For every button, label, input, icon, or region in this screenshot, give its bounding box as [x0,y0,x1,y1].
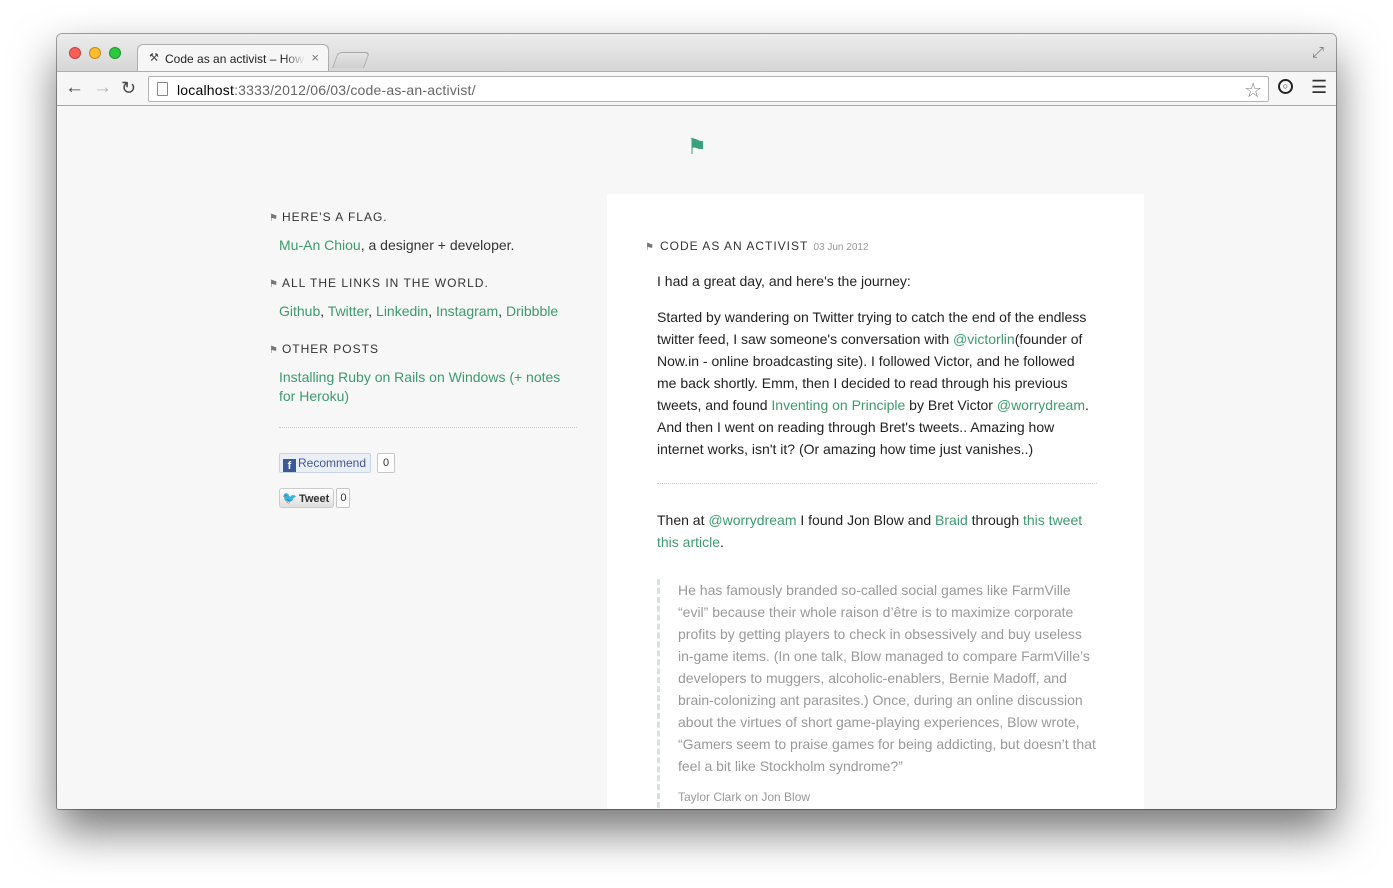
post-body: I had a great day, and here's the journe… [657,270,1097,808]
author-description: , a designer + developer. [360,237,515,253]
sidebar-author: Mu-An Chiou, a designer + developer. [279,236,579,255]
tab-close-icon[interactable]: × [311,50,319,65]
page-icon [157,82,168,96]
tab-code-as-an-activist[interactable]: ⚒ Code as an activist – How × [137,44,329,71]
url-path: :3333/2012/06/03/code-as-an-activist/ [234,82,476,98]
github-link[interactable]: Github [279,303,320,319]
inventing-on-principle-link[interactable]: Inventing on Principle [771,397,905,413]
url-text[interactable]: localhost:3333/2012/06/03/code-as-an-act… [177,82,476,98]
flag-icon: ⚑ [645,242,655,253]
hammer-favicon-icon: ⚒ [149,52,159,64]
worrydream-link[interactable]: @worrydream [997,397,1085,413]
sidebar-heading-other-posts: ⚑ OTHER POSTS [269,342,379,356]
flag-icon: ⚑ [269,213,279,224]
url-host: localhost [177,82,235,98]
browser-window: ⚒ Code as an activist – How × ⤢ ← → ↻ lo… [57,34,1336,809]
instagram-link[interactable]: Instagram [436,303,498,319]
menu-icon[interactable]: ☰ [1311,77,1327,98]
twitter-bird-icon: 🐦 [282,491,297,505]
facebook-icon: f [283,459,296,472]
facebook-recommend-button[interactable]: f Recommend [279,453,372,473]
braid-link[interactable]: Braid [935,512,968,528]
site-flag-icon[interactable]: ⚑ [687,134,707,160]
quote-text: He has famously branded so-called social… [678,582,1096,774]
bookmark-star-icon[interactable]: ☆ [1244,78,1262,103]
post-paragraph-2: Then at @worrydream I found Jon Blow and… [657,512,1083,550]
page-viewport: ⚑ ⚑ HERE'S A FLAG. Mu-An Chiou, a designe… [57,106,1336,809]
worrydream-link-2[interactable]: @worrydream [708,512,796,528]
zoom-window-icon[interactable] [109,47,121,59]
post-date: 03 Jun 2012 [813,242,869,253]
tab-strip: ⚒ Code as an activist – How × ⤢ [57,34,1336,71]
browser-toolbar: ← → ↻ localhost:3333/2012/06/03/code-as-… [57,71,1336,106]
post-intro: I had a great day, and here's the journe… [657,273,911,289]
post-title: CODE AS AN ACTIVIST [659,239,809,253]
other-post-link[interactable]: Installing Ruby on Rails on Windows (+ n… [279,369,560,404]
post-paragraph-1: Started by wandering on Twitter trying t… [657,309,1089,457]
this-tweet-link[interactable]: this tweet [1023,512,1082,528]
address-bar[interactable]: localhost:3333/2012/06/03/code-as-an-act… [148,76,1269,102]
victorlin-link[interactable]: @victorlin [953,331,1015,347]
tweet-count: 0 [336,488,351,508]
sidebar-other-posts: Installing Ruby on Rails on Windows (+ n… [279,368,579,406]
post-article: ⚑ CODE AS AN ACTIVIST 03 Jun 2012 I had a… [607,194,1144,809]
post-blockquote: He has famously branded so-called social… [657,579,1097,808]
post-divider [657,483,1097,484]
sidebar-social-links: Github, Twitter, Linkedin, Instagram, Dr… [279,303,559,319]
close-window-icon[interactable] [69,47,81,59]
forward-arrow-icon[interactable]: → [93,77,112,99]
flag-icon: ⚑ [269,279,279,290]
minimize-window-icon[interactable] [89,47,101,59]
author-link[interactable]: Mu-An Chiou [279,237,361,253]
fullscreen-icon[interactable]: ⤢ [1312,44,1324,61]
tweet-widget: 🐦 Tweet 0 [279,488,579,508]
this-article-link[interactable]: this article [657,534,720,550]
flag-icon: ⚑ [269,345,279,356]
sidebar-divider [279,427,577,428]
post-header: ⚑ CODE AS AN ACTIVIST 03 Jun 2012 [645,239,869,253]
new-tab-button[interactable] [332,52,370,68]
dribbble-link[interactable]: Dribbble [506,303,558,319]
twitter-link[interactable]: Twitter [328,303,368,319]
sidebar-heading-flag: ⚑ HERE'S A FLAG. [269,210,388,224]
quote-citation: Taylor Clark on Jon Blow [678,790,811,804]
tab-title: Code as an activist – How [165,52,304,66]
back-arrow-icon[interactable]: ← [65,77,84,99]
sidebar: ⚑ HERE'S A FLAG. Mu-An Chiou, a designer … [269,210,579,523]
tweet-button[interactable]: 🐦 Tweet [279,488,335,508]
extension-icon[interactable]: ○ [1278,79,1293,94]
sidebar-heading-links: ⚑ ALL THE LINKS IN THE WORLD. [269,276,489,290]
facebook-recommend-widget: f Recommend 0 [279,453,579,473]
linkedin-link[interactable]: Linkedin [376,303,428,319]
facebook-count: 0 [377,453,396,473]
reload-icon[interactable]: ↻ [121,77,136,99]
